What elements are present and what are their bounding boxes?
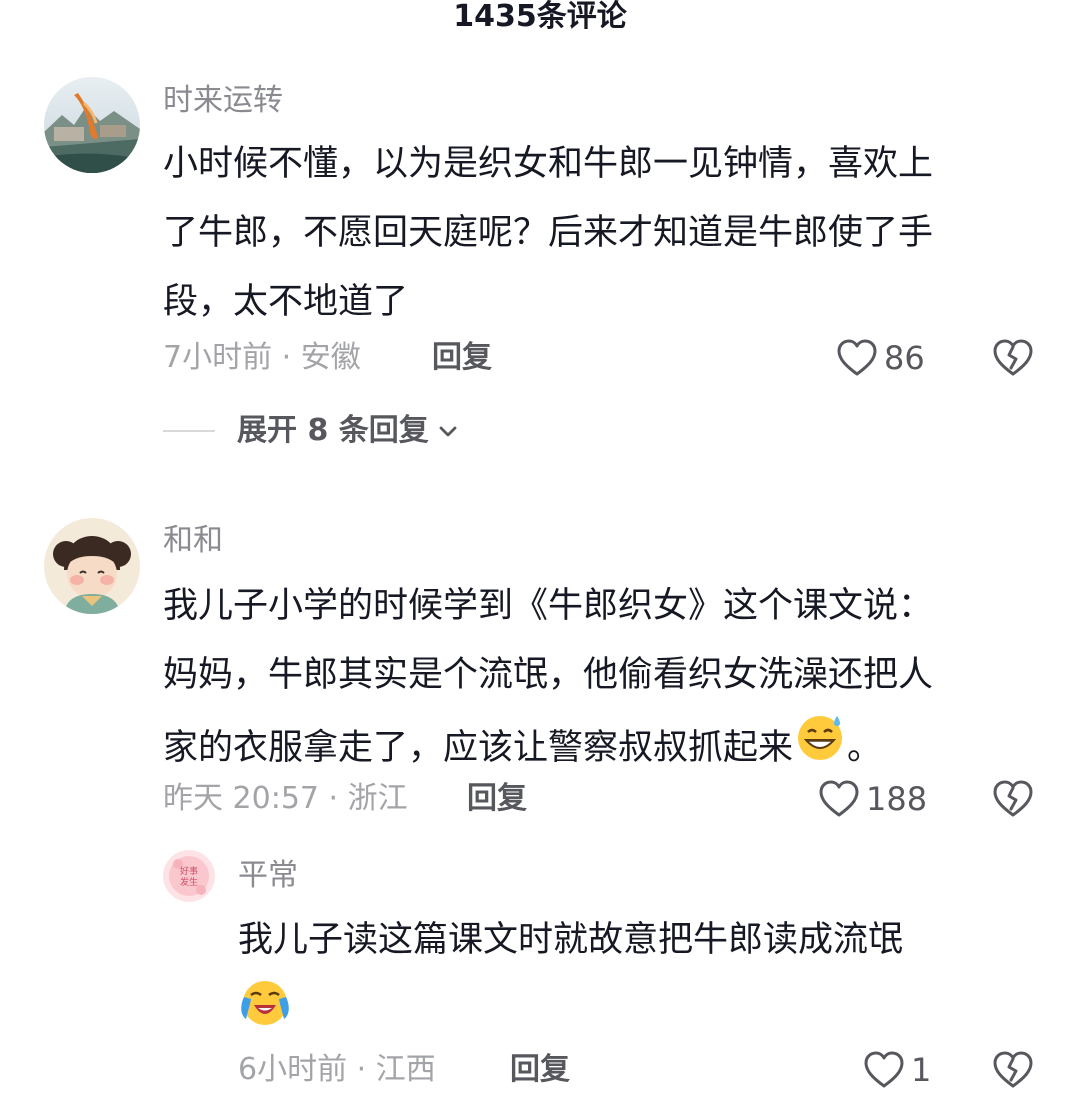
- broken-heart-icon: [992, 338, 1034, 378]
- avatar-text: 好事: [180, 865, 198, 877]
- broken-heart-icon: [992, 779, 1034, 819]
- comment-username[interactable]: 和和: [163, 521, 223, 561]
- avatar[interactable]: 好事 发生: [163, 850, 215, 902]
- reply-button[interactable]: 回复: [510, 1050, 570, 1090]
- expand-replies-label: 展开 8 条回复: [237, 413, 429, 448]
- comment-username[interactable]: 时来运转: [163, 81, 283, 121]
- like-count: 86: [884, 339, 925, 377]
- comment-text: 小时候不懂，以为是织女和牛郎一见钟情，喜欢上 了牛郎，不愿回天庭呢？后来才知道是…: [163, 130, 933, 337]
- like-count: 188: [866, 780, 928, 818]
- reply-button[interactable]: 回复: [467, 779, 527, 819]
- reply-line: 我儿子读这篇课文时就故意把牛郎读成流氓: [238, 920, 904, 960]
- avatar[interactable]: [44, 518, 140, 614]
- like-count: 1: [911, 1051, 932, 1089]
- heart-outline-icon: [863, 1050, 905, 1090]
- comment-line: 家的衣服拿走了，应该让警察叔叔抓起来: [163, 728, 794, 768]
- comment-timestamp-location: 昨天 20:57 · 浙江: [163, 781, 408, 816]
- comments-count-title: 1435条评论: [453, 0, 627, 34]
- broken-heart-icon: [992, 1050, 1034, 1090]
- like-button[interactable]: 1: [863, 1048, 931, 1092]
- like-button[interactable]: 86: [836, 336, 925, 380]
- dislike-button[interactable]: [992, 777, 1034, 821]
- comment-line: 段，太不地道了: [163, 282, 409, 322]
- reply-button[interactable]: 回复: [432, 338, 492, 378]
- expand-replies-button[interactable]: 展开 8 条回复: [163, 411, 459, 451]
- like-button[interactable]: 188: [818, 777, 927, 821]
- loudly-crying-laugh-emoji-icon: [238, 975, 292, 1053]
- heart-outline-icon: [836, 338, 878, 378]
- avatar[interactable]: [44, 77, 140, 173]
- dislike-button[interactable]: [992, 1048, 1034, 1092]
- comment-line-tail: 。: [847, 728, 883, 768]
- comment-line: 我儿子小学的时候学到《牛郎织女》这个课文说：: [163, 586, 934, 626]
- comment-line: 了牛郎，不愿回天庭呢？后来才知道是牛郎使了手: [163, 213, 934, 253]
- avatar-text: 发生: [180, 876, 198, 888]
- reply-text: 我儿子读这篇课文时就故意把牛郎读成流氓: [238, 906, 903, 1044]
- comment-line-with-emoji: 家的衣服拿走了，应该让警察叔叔抓起来 。: [163, 710, 933, 779]
- comment-line: 小时候不懂，以为是织女和牛郎一见钟情，喜欢上: [163, 144, 934, 184]
- reply-timestamp-location: 6小时前 · 江西: [238, 1052, 436, 1087]
- comment-line: 妈妈，牛郎其实是个流氓，他偷看织女洗澡还把人: [163, 655, 934, 695]
- reply-emoji-line: [238, 975, 903, 1044]
- divider: [163, 430, 215, 432]
- dislike-button[interactable]: [992, 336, 1034, 380]
- reply-username[interactable]: 平常: [238, 856, 298, 896]
- heart-outline-icon: [818, 779, 860, 819]
- comment-text: 我儿子小学的时候学到《牛郎织女》这个课文说： 妈妈，牛郎其实是个流氓，他偷看织女…: [163, 572, 933, 779]
- comment-timestamp-location: 7小时前 · 安徽: [163, 340, 361, 375]
- chevron-down-icon: [437, 420, 459, 442]
